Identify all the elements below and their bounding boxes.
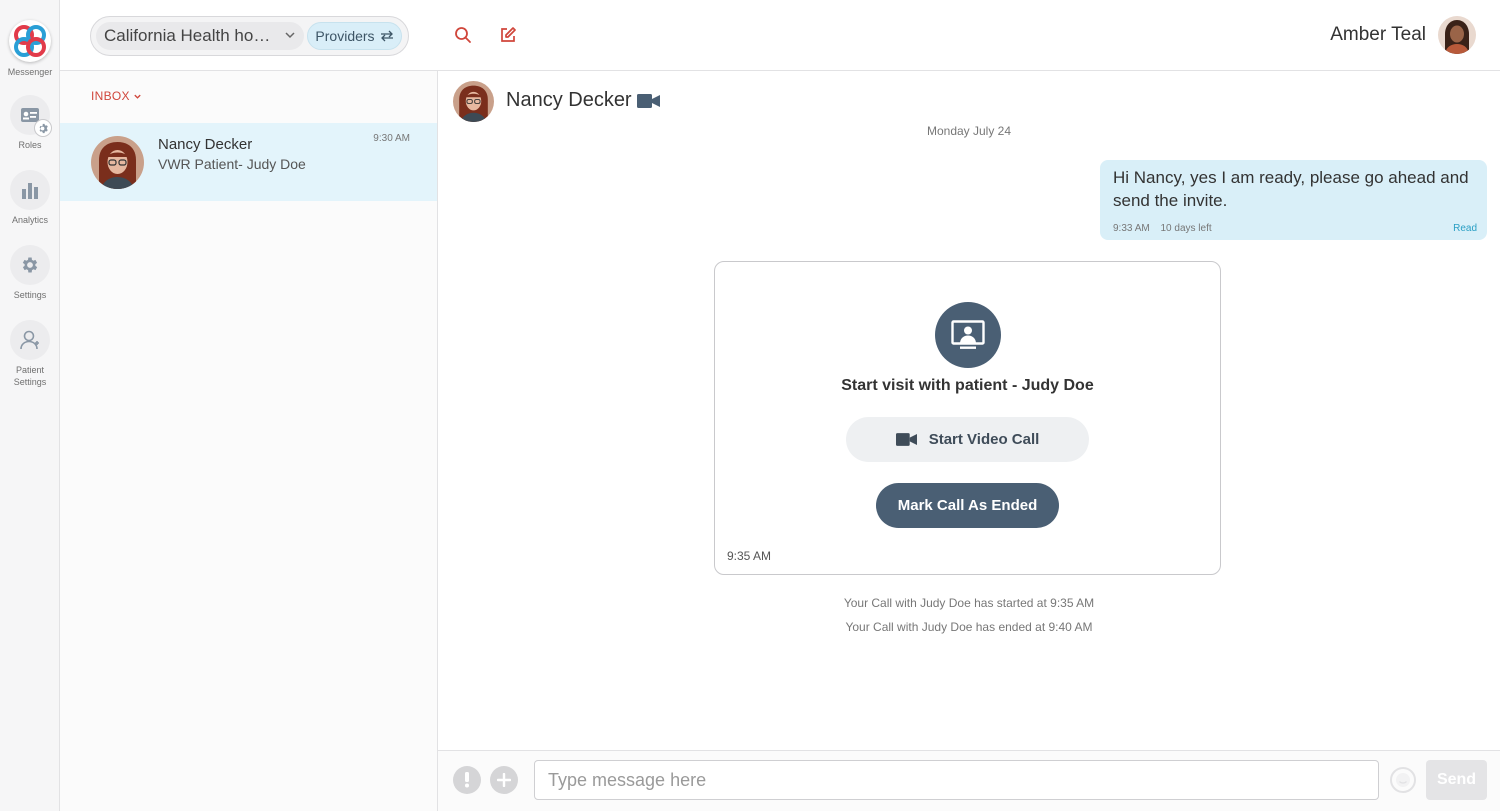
rail-item-messenger[interactable]: Messenger: [0, 20, 60, 78]
compose-button[interactable]: [497, 24, 519, 46]
emoji-button[interactable]: [1390, 767, 1416, 793]
analytics-button[interactable]: [10, 170, 50, 210]
start-video-call-label: Start Video Call: [928, 431, 1040, 448]
compose-edit-icon: [501, 27, 516, 42]
roles-button[interactable]: [10, 95, 52, 137]
patient-settings-button[interactable]: [10, 320, 50, 360]
video-visit-screen-icon: [951, 320, 985, 349]
bar-chart-icon: [22, 183, 38, 199]
avatar-image: [91, 136, 144, 189]
chat-contact-name: Nancy Decker: [506, 89, 632, 111]
app-logo: [9, 20, 51, 62]
rail-item-patient-settings[interactable]: Patient Settings: [0, 320, 60, 388]
video-camera-icon: [637, 94, 660, 108]
rail-item-roles[interactable]: Roles: [0, 95, 60, 151]
exclamation-icon: [465, 772, 469, 788]
message-time: 9:33 AM: [1113, 223, 1150, 234]
avatar-image: [1438, 16, 1476, 54]
org-select[interactable]: California Health hospital: [96, 22, 304, 50]
current-user-name[interactable]: Amber Teal: [1330, 24, 1426, 46]
system-message: Your Call with Judy Doe has started at 9…: [843, 596, 1095, 610]
conversation-item[interactable]: Nancy Decker VWR Patient- Judy Doe 9:30 …: [60, 123, 437, 201]
outgoing-message-bubble: Hi Nancy, yes I am ready, please go ahea…: [1100, 160, 1487, 240]
swap-arrows-icon: [380, 30, 393, 42]
left-rail: Messenger Roles Analytics Settings Patie…: [0, 0, 60, 811]
system-message: Your Call with Judy Doe has ended at 9:4…: [845, 620, 1093, 634]
contact-avatar: [91, 136, 144, 189]
chat-pane: Nancy Decker Monday July 24 Hi Nancy, ye…: [438, 71, 1500, 811]
visit-card-time: 9:35 AM: [727, 549, 772, 563]
inbox-filter-dropdown[interactable]: INBOX: [91, 89, 142, 103]
rail-item-analytics[interactable]: Analytics: [0, 170, 60, 226]
message-composer: Send: [438, 750, 1500, 811]
search-button[interactable]: [452, 24, 474, 46]
current-user-avatar[interactable]: [1438, 16, 1476, 54]
date-separator: Monday July 24: [926, 124, 1012, 138]
chevron-down-icon: [134, 94, 141, 99]
mark-call-ended-button[interactable]: Mark Call As Ended: [876, 483, 1059, 528]
message-text: Hi Nancy, yes I am ready, please go ahea…: [1113, 168, 1469, 210]
chat-contact-avatar[interactable]: [453, 81, 494, 122]
conversation-name: Nancy Decker: [158, 136, 253, 153]
gear-badge-icon: [34, 119, 52, 137]
priority-button[interactable]: [453, 766, 481, 794]
rail-label-analytics: Analytics: [11, 215, 48, 225]
conversation-subtitle: VWR Patient- Judy Doe: [158, 156, 306, 172]
visit-icon-circle: [935, 302, 1001, 368]
rail-label-patient-settings: Patient Settings: [13, 365, 47, 387]
visit-card-title: Start visit with patient - Judy Doe: [841, 377, 1094, 394]
chevron-down-icon: [285, 32, 295, 39]
message-input[interactable]: [534, 760, 1379, 800]
inbox-label: INBOX: [91, 89, 130, 103]
rail-label-settings: Settings: [13, 290, 47, 300]
rail-label-messenger: Messenger: [7, 67, 53, 77]
video-camera-icon: [895, 433, 917, 446]
top-bar: California Health hospital Providers Amb…: [60, 0, 1500, 71]
providers-toggle-button[interactable]: Providers: [307, 22, 402, 50]
rail-label-roles: Roles: [18, 140, 42, 150]
video-call-button[interactable]: [637, 93, 660, 114]
video-visit-card: Start visit with patient - Judy Doe Star…: [714, 261, 1221, 575]
message-meta: 9:33 AM 10 days left: [1113, 223, 1212, 234]
org-name: California Health hospital: [104, 26, 276, 45]
org-switcher: California Health hospital Providers: [90, 16, 409, 56]
providers-label: Providers: [315, 28, 375, 44]
avatar-image: [453, 81, 494, 122]
send-button[interactable]: Send: [1426, 760, 1487, 800]
plus-icon: [497, 773, 511, 787]
conversation-time: 9:30 AM: [373, 133, 410, 144]
settings-button[interactable]: [10, 245, 50, 285]
rail-item-settings[interactable]: Settings: [0, 245, 60, 301]
message-expiry: 10 days left: [1160, 223, 1212, 234]
search-icon: [455, 27, 471, 43]
start-video-call-button[interactable]: Start Video Call: [846, 417, 1089, 462]
smiley-icon: [1396, 773, 1410, 787]
attach-button[interactable]: [490, 766, 518, 794]
patient-person-icon: [20, 330, 39, 350]
gear-icon: [22, 257, 38, 273]
conversation-list-pane: INBOX Nancy Decker VWR Patient- Judy Doe…: [60, 71, 438, 811]
messenger-logo-icon: [14, 25, 46, 57]
read-status: Read: [1453, 223, 1477, 234]
